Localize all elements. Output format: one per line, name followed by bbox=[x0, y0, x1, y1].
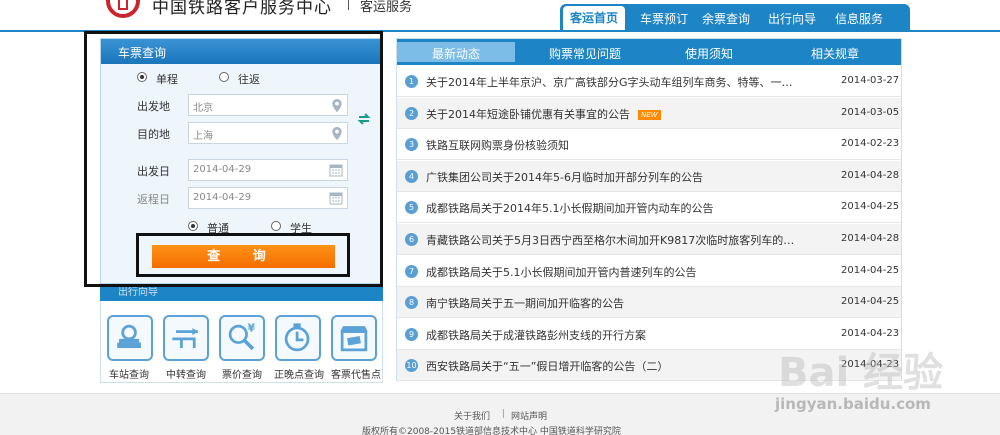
news-title-text: 关于2014年短途卧铺优惠有关事宜的公告 bbox=[426, 107, 630, 121]
guide-title: 出行向导 bbox=[100, 287, 383, 301]
news-number-badge: 8 bbox=[405, 296, 418, 310]
news-title[interactable]: 成都铁路局关于5.1小长假期间加开管内普速列车的公告 bbox=[426, 264, 697, 280]
tab-regulations[interactable]: 相关规章 bbox=[811, 45, 859, 62]
news-title-text: 南宁铁路局关于五一期间加开临客的公告 bbox=[426, 297, 624, 311]
title-divider bbox=[348, 0, 349, 10]
fare-query-label[interactable]: 票价查询 bbox=[222, 366, 262, 381]
news-number-badge: 5 bbox=[405, 201, 418, 215]
news-date: 2014-04-25 bbox=[841, 264, 900, 276]
news-item[interactable]: 3 铁路互联网购票身份核验须知 2014-02-23 bbox=[397, 129, 901, 161]
news-title[interactable]: 铁路互联网购票身份核验须知 bbox=[426, 137, 569, 153]
station-query-label[interactable]: 车站查询 bbox=[109, 366, 149, 381]
footer-link-statement[interactable]: 网站声明 bbox=[511, 409, 547, 422]
news-title-text: 青藏铁路公司关于5月3日西宁西至格尔木间加开K9817次临时旅客列车的… bbox=[426, 234, 795, 247]
footer-separator: | bbox=[502, 409, 506, 419]
nav-item-info[interactable]: 信息服务 bbox=[835, 10, 883, 27]
news-item[interactable]: 2 关于2014年短途卧铺优惠有关事宜的公告 NEW 2014-03-05 bbox=[397, 97, 901, 129]
svg-text:¥: ¥ bbox=[247, 322, 255, 335]
transfer-query-icon[interactable] bbox=[163, 315, 209, 361]
news-title[interactable]: 成都铁路局关于2014年5.1小长假期间加开管内动车的公告 bbox=[426, 200, 714, 216]
nav-item-booking[interactable]: 车票预订 bbox=[640, 10, 688, 27]
tab-faq[interactable]: 购票常见问题 bbox=[549, 45, 621, 62]
news-date: 2014-04-28 bbox=[841, 169, 900, 181]
punctuality-query-icon[interactable] bbox=[275, 315, 321, 361]
news-title[interactable]: 广铁集团公司关于2014年5-6月临时加开部分列车的公告 bbox=[426, 169, 703, 185]
news-number-badge: 3 bbox=[405, 138, 418, 152]
ticket-agency-label[interactable]: 客票代售点 bbox=[331, 366, 381, 381]
new-badge: NEW bbox=[638, 109, 661, 120]
main-nav: 客运首页 车票预订 余票查询 出行向导 信息服务 bbox=[560, 4, 910, 30]
ticket-agency-icon[interactable] bbox=[331, 315, 377, 361]
site-title: 中国铁路客户服务中心 bbox=[152, 0, 332, 18]
news-title-text: 广铁集团公司关于2014年5-6月临时加开部分列车的公告 bbox=[426, 170, 703, 184]
watermark-brand: Bai 经验 bbox=[778, 350, 943, 396]
railway-logo-icon bbox=[106, 0, 140, 18]
page: 中国铁路客户服务中心 客运服务 客运首页 车票预订 余票查询 出行向导 信息服务… bbox=[0, 0, 1000, 435]
site-subtitle: 客运服务 bbox=[360, 0, 413, 15]
tab-latest[interactable]: 最新动态 bbox=[397, 42, 515, 62]
news-title-text: 成都铁路局关于成灌铁路彭州支线的开行方案 bbox=[426, 328, 646, 342]
news-date: 2014-04-23 bbox=[841, 327, 900, 339]
news-title[interactable]: 西安铁路局关于“五一”假日增开临客的公告（二） bbox=[426, 358, 668, 374]
watermark-url: jingyan.baidu.com bbox=[775, 395, 931, 413]
news-date: 2014-02-23 bbox=[841, 138, 900, 150]
news-title[interactable]: 青藏铁路公司关于5月3日西宁西至格尔木间加开K9817次临时旅客列车的… bbox=[426, 232, 794, 248]
news-number-badge: 7 bbox=[405, 264, 418, 278]
news-item[interactable]: 5 成都铁路局关于2014年5.1小长假期间加开管内动车的公告 2014-04-25 bbox=[397, 192, 901, 224]
header: 中国铁路客户服务中心 客运服务 客运首页 车票预订 余票查询 出行向导 信息服务 bbox=[0, 0, 1000, 32]
news-title-text: 关于2014年上半年京沪、京广高铁部分G字头动车组列车商务、特等、一… bbox=[426, 76, 793, 89]
news-title[interactable]: 南宁铁路局关于五一期间加开临客的公告 bbox=[426, 295, 624, 311]
nav-item-guide[interactable]: 出行向导 bbox=[768, 10, 816, 27]
nav-item-remaining[interactable]: 余票查询 bbox=[702, 10, 750, 27]
news-number-badge: 4 bbox=[405, 169, 418, 183]
footer-copyright: 版权所有©2008-2015铁道部信息技术中心 中国铁道科学研究院 bbox=[362, 427, 621, 435]
footer-link-about[interactable]: 关于我们 bbox=[454, 409, 490, 422]
news-number-badge: 1 bbox=[405, 75, 418, 88]
transfer-query-label[interactable]: 中转查询 bbox=[166, 366, 206, 381]
news-item[interactable]: 9 成都铁路局关于成灌铁路彭州支线的开行方案 2014-04-23 bbox=[397, 319, 901, 350]
news-item[interactable]: 1 关于2014年上半年京沪、京广高铁部分G字头动车组列车商务、特等、一… 2014… bbox=[397, 66, 901, 97]
punctuality-query-label[interactable]: 正晚点查询 bbox=[274, 366, 324, 381]
news-date: 2014-04-25 bbox=[841, 296, 900, 308]
news-title-text: 西安铁路局关于“五一”假日增开临客的公告（二） bbox=[426, 360, 669, 374]
nav-item-home[interactable]: 客运首页 bbox=[563, 6, 626, 30]
news-date: 2014-03-27 bbox=[841, 75, 900, 86]
news-number-badge: 6 bbox=[405, 233, 418, 246]
news-item[interactable]: 4 广铁集团公司关于2014年5-6月临时加开部分列车的公告 2014-04-28 bbox=[397, 160, 901, 192]
fare-query-icon[interactable]: ¥ bbox=[219, 315, 265, 361]
news-number-badge: 10 bbox=[405, 359, 418, 373]
tab-notice[interactable]: 使用须知 bbox=[685, 45, 733, 62]
news-date: 2014-03-05 bbox=[841, 106, 900, 118]
news-title-text: 成都铁路局关于5.1小长假期间加开管内普速列车的公告 bbox=[426, 265, 697, 279]
news-title[interactable]: 成都铁路局关于成灌铁路彭州支线的开行方案 bbox=[426, 327, 646, 343]
news-item[interactable]: 8 南宁铁路局关于五一期间加开临客的公告 2014-04-25 bbox=[397, 287, 901, 319]
news-number-badge: 2 bbox=[405, 106, 418, 120]
news-item[interactable]: 7 成都铁路局关于5.1小长假期间加开管内普速列车的公告 2014-04-25 bbox=[397, 256, 901, 287]
news-number-badge: 9 bbox=[405, 327, 418, 341]
news-date: 2014-04-25 bbox=[841, 201, 900, 213]
news-tabs: 最新动态 购票常见问题 使用须知 相关规章 bbox=[397, 39, 901, 65]
news-title[interactable]: 关于2014年上半年京沪、京广高铁部分G字头动车组列车商务、特等、一… bbox=[426, 74, 793, 90]
annotation-box-button bbox=[136, 233, 350, 277]
news-date: 2014-04-28 bbox=[841, 233, 900, 244]
news-item[interactable]: 6 青藏铁路公司关于5月3日西宁西至格尔木间加开K9817次临时旅客列车的… 201… bbox=[397, 224, 901, 255]
news-title[interactable]: 关于2014年短途卧铺优惠有关事宜的公告 NEW bbox=[426, 106, 661, 122]
news-title-text: 成都铁路局关于2014年5.1小长假期间加开管内动车的公告 bbox=[426, 202, 714, 216]
news-title-text: 铁路互联网购票身份核验须知 bbox=[426, 139, 569, 153]
station-query-icon[interactable] bbox=[107, 315, 153, 361]
